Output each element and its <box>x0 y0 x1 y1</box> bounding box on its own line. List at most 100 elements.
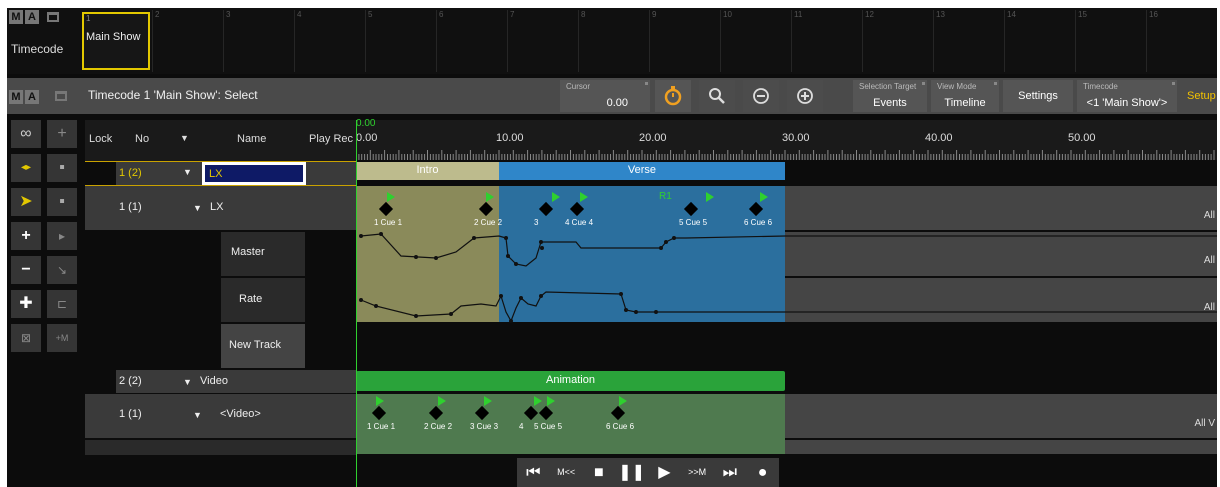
setup-button[interactable]: Setup <box>1181 80 1217 112</box>
loop-icon[interactable]: ∞ <box>11 120 41 148</box>
track-name: Video <box>200 375 228 387</box>
timecode-value: <1 'Main Show'> <box>1086 97 1168 109</box>
cue-flag-icon <box>552 192 560 202</box>
collapse-arrow-icon[interactable]: ▼ <box>193 410 202 420</box>
remove-icon[interactable]: − <box>11 256 41 284</box>
cue-flag-icon <box>619 396 627 406</box>
zoom-out-icon[interactable] <box>743 80 779 112</box>
cursor-caption: Cursor <box>566 82 591 91</box>
pool-slot[interactable]: 11 <box>791 10 861 72</box>
select-arrow-icon[interactable]: ➤ <box>11 188 41 216</box>
pool-slot[interactable]: 3 <box>223 10 293 72</box>
move-icon[interactable]: ✚ <box>11 290 41 318</box>
collapse-arrow-icon[interactable]: ▼ <box>183 167 192 177</box>
pool-slot[interactable]: 13 <box>933 10 1003 72</box>
selection-target-button[interactable]: Selection Target Events <box>853 80 927 112</box>
timeline[interactable]: 0.00 0.00 10.00 20.00 30.00 40.00 50.00 … <box>356 118 1217 487</box>
copy-icon[interactable]: ⊏ <box>47 290 77 318</box>
fit-icon[interactable]: ⊠ <box>11 324 41 352</box>
play-button[interactable]: ▶ <box>648 458 681 487</box>
cue-label: 5 Cue 5 <box>534 422 563 431</box>
pool-slot[interactable]: 15 <box>1075 10 1145 72</box>
pool-slot[interactable]: 16 <box>1146 10 1216 72</box>
cue-flag-icon <box>534 396 542 406</box>
view-mode-button[interactable]: View Mode Timeline <box>931 80 999 112</box>
selection-target-value: Events <box>873 97 907 109</box>
timecode-pool: M A Timecode 1 Main Show 2 3 4 5 6 7 8 9 10 11 12 1… <box>7 8 1217 74</box>
cue-label: 6 Cue 6 <box>744 218 773 227</box>
insert-icon[interactable]: + <box>47 120 77 148</box>
step-icon[interactable]: ▸ <box>47 222 77 250</box>
slot-number: 2 <box>155 10 160 19</box>
timecode-caption: Timecode <box>1083 82 1118 91</box>
pool-slot[interactable]: 5 <box>365 10 435 72</box>
cue-label: 2 Cue 2 <box>424 422 453 431</box>
slot-number: 4 <box>297 10 302 19</box>
fader-row-rate[interactable] <box>221 278 305 322</box>
pool-slot[interactable]: 4 <box>294 10 364 72</box>
rewind-marker-button[interactable]: M<< <box>550 458 583 487</box>
pool-slot[interactable]: 6 <box>436 10 506 72</box>
settings-button[interactable]: Settings <box>1003 80 1073 112</box>
cue-flag-icon <box>547 396 555 406</box>
cue-flag-icon <box>387 192 395 202</box>
collapse-arrow-icon[interactable]: ▼ <box>183 377 192 387</box>
record-button[interactable]: ● <box>746 458 779 487</box>
pool-slot[interactable]: 2 <box>152 10 222 72</box>
track-row-video-group[interactable] <box>116 370 356 393</box>
skip-back-button[interactable]: ⏮ <box>517 458 550 487</box>
stop-button[interactable]: ■ <box>583 458 616 487</box>
ma-logo: M A <box>9 10 39 24</box>
cursor-field[interactable]: Cursor 0.00 <box>560 80 650 112</box>
pause-button[interactable]: ❚❚ <box>615 458 648 487</box>
pool-slot[interactable]: 9 <box>649 10 719 72</box>
time-ruler[interactable]: 0.00 0.00 10.00 20.00 30.00 40.00 50.00 <box>356 118 1217 160</box>
window-icon[interactable] <box>47 12 59 22</box>
playhead[interactable] <box>356 120 357 487</box>
segment-intro[interactable]: Intro <box>356 162 499 180</box>
collapse-arrow-icon[interactable]: ▼ <box>193 203 202 213</box>
ruler-tick-label: 40.00 <box>925 132 953 144</box>
view-mode-caption: View Mode <box>937 82 977 91</box>
fader-name: Master <box>231 246 265 258</box>
cue-label: 4 <box>519 422 524 431</box>
slot-number: 10 <box>723 10 732 19</box>
ruler-tick-label: 50.00 <box>1068 132 1096 144</box>
selection-target-caption: Selection Target <box>859 82 917 91</box>
window-title-bar: M A Timecode 1 'Main Show': Select Curso… <box>7 78 1217 114</box>
timecode-selector[interactable]: Timecode <1 'Main Show'> <box>1077 80 1177 112</box>
logo-m: M <box>9 90 23 104</box>
track-no: 1 (2) <box>119 167 142 179</box>
edit-icon[interactable]: ▪ <box>47 188 77 216</box>
search-icon[interactable] <box>699 80 735 112</box>
record-track-icon[interactable]: ▪ <box>47 154 77 182</box>
follow-icon[interactable]: ◂▸ <box>11 154 41 182</box>
stopwatch-icon[interactable] <box>655 80 691 112</box>
track-tag: All V <box>1194 418 1215 429</box>
slot-number: 13 <box>936 10 945 19</box>
pool-slot[interactable]: 10 <box>720 10 790 72</box>
col-lock[interactable]: Lock <box>89 133 112 145</box>
window-icon[interactable] <box>55 91 67 101</box>
fader-name: Rate <box>239 293 263 305</box>
forward-marker-button[interactable]: >>M <box>681 458 714 487</box>
add-marker-icon[interactable]: +M <box>47 324 77 352</box>
pool-slot[interactable]: 8 <box>578 10 648 72</box>
track-name-input[interactable]: LX <box>202 162 306 185</box>
nudge-icon[interactable]: ↘ <box>47 256 77 284</box>
col-name[interactable]: Name <box>237 133 266 145</box>
cue-flag-icon <box>706 192 714 202</box>
pool-slot[interactable]: 7 <box>507 10 577 72</box>
col-collapse[interactable]: ▼ <box>180 133 189 143</box>
pool-slot-main-show[interactable]: 1 Main Show <box>82 12 150 70</box>
pool-slot[interactable]: 14 <box>1004 10 1074 72</box>
skip-forward-button[interactable]: ⏭ <box>714 458 747 487</box>
cue-label: 5 Cue 5 <box>679 218 708 227</box>
segment-verse[interactable]: Verse <box>499 162 785 180</box>
col-no[interactable]: No <box>135 133 149 145</box>
zoom-in-icon[interactable] <box>787 80 823 112</box>
transport-bar: ⏮ M<< ■ ❚❚ ▶ >>M ⏭ ● <box>517 458 779 487</box>
col-play-rec[interactable]: Play Rec <box>309 133 353 145</box>
pool-slot[interactable]: 12 <box>862 10 932 72</box>
add-icon[interactable]: + <box>11 222 41 250</box>
